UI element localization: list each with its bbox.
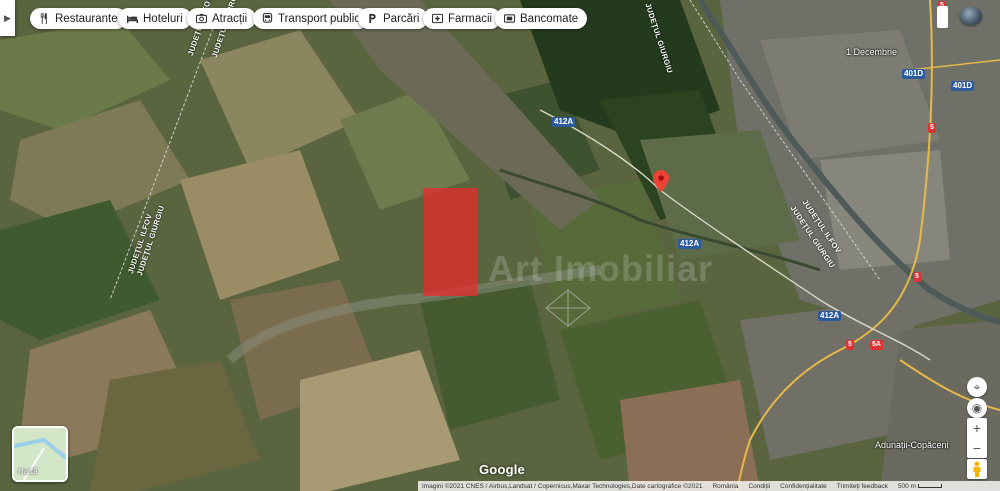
zoom-out-button[interactable]: − <box>967 438 987 458</box>
layer-toggle-label: Hartă <box>18 467 38 476</box>
terms-link[interactable]: Condiții <box>748 483 770 490</box>
road-shield-5-4: 5 <box>846 340 854 350</box>
parking-icon <box>369 13 376 24</box>
chip-parking[interactable]: Parcări <box>358 8 429 29</box>
road-shield-5-2: 5 <box>928 123 936 133</box>
location-pin-icon[interactable] <box>653 170 669 197</box>
chip-label: Parcări <box>383 12 420 25</box>
pegman-icon[interactable] <box>967 459 987 479</box>
scale-indicator[interactable]: 500 m <box>898 483 942 490</box>
scale-label: 500 m <box>897 482 916 490</box>
satellite-map[interactable]: Art Imobiliar 412A 412A 412A 401D 401D 5… <box>0 0 1000 491</box>
zoom-control: + − <box>967 418 987 458</box>
my-location-button[interactable]: ⌖ <box>967 377 987 397</box>
crosshair-icon: ⌖ <box>973 379 981 394</box>
road-shield-5a: 5A <box>870 340 883 350</box>
road-shield-5-3: 5 <box>913 272 921 282</box>
google-logo: Google <box>479 462 525 477</box>
watermark-text: Art Imobiliar <box>488 248 714 289</box>
compass-icon: ◉ <box>971 401 983 415</box>
attribution-bar: Imagini ©2021 CNES / Airbus,Landsat / Co… <box>418 481 1000 491</box>
chip-label: Restaurante <box>55 12 118 25</box>
chip-label: Atracții <box>212 12 248 25</box>
feedback-link[interactable]: Trimiteți feedback <box>837 483 888 490</box>
street-view-globe-icon[interactable] <box>960 7 982 25</box>
chip-attractions[interactable]: Atracții <box>187 8 257 29</box>
place-label-adunatii-copaceni: Adunații-Copăceni <box>875 440 949 450</box>
road-shield-412a-2: 412A <box>678 239 702 249</box>
road-shield-401d-1: 401D <box>902 69 926 79</box>
collapse-panel-button[interactable]: ▶ <box>0 0 15 36</box>
compass-button[interactable]: ◉ <box>967 398 987 418</box>
scale-bar <box>917 483 942 488</box>
privacy-link[interactable]: Confidențialitate <box>780 483 827 490</box>
chip-label: Bancomate <box>520 12 579 25</box>
chip-public-transport[interactable]: Transport public <box>253 8 370 29</box>
camera-icon <box>196 13 207 24</box>
imagery-attribution: Imagini ©2021 CNES / Airbus,Landsat / Co… <box>422 482 703 490</box>
chevron-right-icon: ▶ <box>4 12 11 23</box>
chip-label: Transport public <box>278 12 361 25</box>
atm-icon <box>504 14 515 23</box>
chip-pharmacies[interactable]: Farmacii <box>423 8 502 29</box>
chip-label: Hoteluri <box>143 12 183 25</box>
bed-icon <box>127 15 138 24</box>
map-layer-toggle[interactable]: Hartă <box>12 426 68 482</box>
place-label-1-decembrie: 1 Decembrie <box>846 47 898 57</box>
pharmacy-icon <box>432 13 443 24</box>
chip-label: Farmacii <box>448 12 493 25</box>
fullscreen-button[interactable] <box>937 6 948 28</box>
chip-restaurants[interactable]: Restaurante <box>30 8 127 29</box>
road-shield-401d-2: 401D <box>951 81 975 91</box>
zoom-in-button[interactable]: + <box>967 418 987 438</box>
country-link[interactable]: România <box>712 483 738 490</box>
chip-hotels[interactable]: Hoteluri <box>118 8 192 29</box>
highlighted-parcel[interactable] <box>423 188 477 296</box>
fork-knife-icon <box>40 13 47 24</box>
road-shield-412a-3: 412A <box>818 311 842 321</box>
bus-icon <box>262 13 273 23</box>
chip-atms[interactable]: Bancomate <box>495 8 588 29</box>
road-shield-412a-1: 412A <box>552 117 576 127</box>
